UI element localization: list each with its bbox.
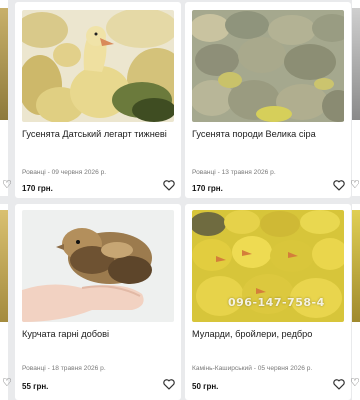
listing-location-date: Рованці - 09 червня 2026 р.	[22, 169, 107, 176]
listing-title[interactable]: Гусенята породи Велика сіра	[192, 128, 344, 140]
listing-card[interactable]: 096-147-758-4 Муларди, бройлери, редбро …	[185, 204, 351, 400]
favorite-button[interactable]	[162, 377, 176, 391]
chick-in-hand-photo	[22, 210, 174, 322]
heart-outline-icon[interactable]: ♡	[350, 376, 360, 389]
listing-location-date: Рованці - 18 травня 2026 р.	[22, 365, 106, 372]
favorite-button[interactable]	[162, 178, 176, 192]
heart-outline-icon	[163, 180, 175, 191]
listing-photo[interactable]	[192, 10, 344, 122]
partial-photo	[352, 210, 360, 322]
heart-outline-icon[interactable]: ♡	[350, 178, 360, 191]
favorite-button[interactable]	[332, 178, 346, 192]
listing-card[interactable]: Курчата гарні добові Рованці - 18 травня…	[15, 204, 181, 400]
listing-title[interactable]: Муларди, бройлери, редбро	[192, 328, 344, 340]
heart-outline-icon[interactable]: ♡	[2, 178, 12, 191]
listing-photo[interactable]: 096-147-758-4	[192, 210, 344, 322]
goslings-photo	[192, 10, 344, 122]
listing-title[interactable]: Курчата гарні добові	[22, 328, 174, 340]
listing-photo[interactable]	[22, 210, 174, 322]
heart-outline-icon[interactable]: ♡	[2, 376, 12, 389]
listing-photo[interactable]	[22, 10, 174, 122]
listing-price: 55 грн.	[22, 382, 49, 391]
partial-card-right-top: ♡	[350, 0, 360, 196]
heart-outline-icon	[163, 379, 175, 390]
favorite-button[interactable]	[332, 377, 346, 391]
listing-card[interactable]: Гусенята Датський легарт тижневі Рованці…	[15, 2, 181, 198]
partial-card-right-bottom: ♡	[350, 204, 360, 400]
partial-card-left-bottom: ♡	[0, 204, 12, 400]
listing-location-date: Камінь-Каширський - 05 червня 2026 р.	[192, 365, 313, 372]
heart-outline-icon	[333, 379, 345, 390]
listing-price: 50 грн.	[192, 382, 219, 391]
partial-photo	[0, 8, 8, 120]
listing-location-date: Рованці - 13 травня 2026 р.	[192, 169, 276, 176]
partial-card-left-top: ♡	[0, 0, 12, 196]
listing-price: 170 грн.	[22, 184, 53, 193]
partial-photo	[352, 8, 360, 120]
photo-watermark-phone: 096-147-758-4	[228, 296, 325, 309]
listing-title[interactable]: Гусенята Датський легарт тижневі	[22, 128, 174, 140]
partial-photo	[0, 210, 8, 322]
listing-card[interactable]: Гусенята породи Велика сіра Рованці - 13…	[185, 2, 351, 198]
listing-price: 170 грн.	[192, 184, 223, 193]
goslings-photo	[22, 10, 174, 122]
heart-outline-icon	[333, 180, 345, 191]
